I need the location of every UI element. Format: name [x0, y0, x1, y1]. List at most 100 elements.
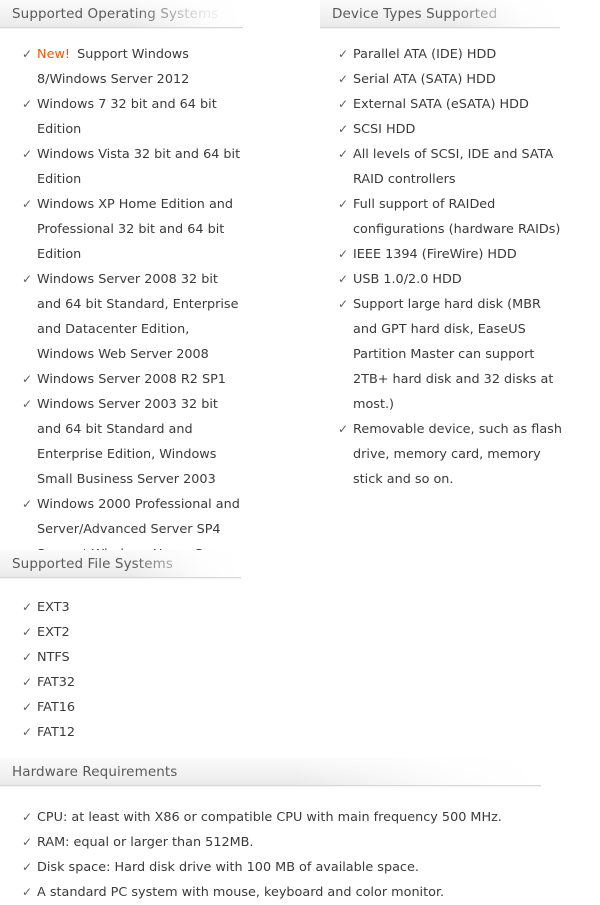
check-icon: ✓	[22, 675, 33, 689]
list-item-label: Serial ATA (SATA) HDD	[353, 72, 496, 87]
section-header-device-types: Device Types Supported	[320, 0, 560, 29]
list-item-label: FAT12	[37, 725, 76, 740]
check-icon: ✓	[22, 885, 33, 899]
check-icon: ✓	[22, 372, 33, 386]
section-title: Supported Operating Systems	[12, 5, 219, 22]
list-operating-systems: ✓ New! Support Windows 8/Windows Server 2…	[22, 42, 244, 567]
list-item: ✓ SCSI HDD	[338, 117, 566, 142]
list-item-label: Windows Vista 32 bit and 64 bit Edition	[37, 147, 241, 187]
list-item-label: EXT3	[37, 600, 70, 615]
list-item: ✓ Windows Server 2008 32 bit and 64 bit S…	[22, 267, 244, 367]
list-file-systems: ✓ EXT3 ✓ EXT2 ✓ NTFS ✓ FAT32 ✓ FAT16 ✓ FAT12	[22, 595, 232, 745]
section-header-bar: Device Types Supported	[320, 0, 560, 29]
checklist: ✓ New! Support Windows 8/Windows Server 2…	[22, 42, 244, 567]
list-item: ✓ Windows Vista 32 bit and 64 bit Edition	[22, 142, 244, 192]
check-icon: ✓	[22, 810, 33, 824]
list-item-label: All levels of SCSI, IDE and SATA RAID co…	[353, 147, 554, 187]
check-icon: ✓	[338, 247, 349, 261]
check-icon: ✓	[338, 272, 349, 286]
list-item: ✓ EXT3	[22, 595, 232, 620]
check-icon: ✓	[22, 650, 33, 664]
list-item: ✓ FAT12	[22, 720, 232, 745]
list-item: ✓ Full support of RAIDed configurations (…	[338, 192, 566, 242]
list-item-label: Removable device, such as flash drive, m…	[353, 422, 562, 487]
check-icon: ✓	[338, 422, 349, 436]
list-item-label: Disk space: Hard disk drive with 100 MB …	[37, 860, 419, 875]
list-device-types: ✓ Parallel ATA (IDE) HDD ✓ Serial ATA (SATA…	[338, 42, 566, 492]
check-icon: ✓	[22, 147, 33, 161]
list-item: ✓ Windows 2000 Professional and Server/Ad…	[22, 492, 244, 542]
list-item: ✓ Support large hard disk (MBR and GPT ha…	[338, 292, 566, 417]
check-icon: ✓	[22, 397, 33, 411]
list-item-label: FAT16	[37, 700, 76, 715]
section-header-hardware-requirements: Hardware Requirements	[0, 758, 541, 787]
new-badge: New!	[37, 47, 71, 62]
check-icon: ✓	[22, 497, 33, 511]
list-item: ✓ FAT16	[22, 695, 232, 720]
section-header-file-systems: Supported File Systems	[0, 550, 241, 579]
list-item: ✓ NTFS	[22, 645, 232, 670]
header-fade-overlay	[292, 758, 541, 785]
check-icon: ✓	[22, 272, 33, 286]
list-item: ✓ FAT32	[22, 670, 232, 695]
check-icon: ✓	[338, 297, 349, 311]
list-item-label: Windows Server 2008 32 bit and 64 bit St…	[37, 272, 239, 362]
list-item-label: Full support of RAIDed configurations (h…	[353, 197, 561, 237]
list-item-label: CPU: at least with X86 or compatible CPU…	[37, 810, 502, 825]
list-item-label: SCSI HDD	[353, 122, 416, 137]
check-icon: ✓	[338, 47, 349, 61]
list-item: ✓ A standard PC system with mouse, keyboa…	[22, 880, 582, 905]
section-header-bar: Hardware Requirements	[0, 758, 541, 787]
check-icon: ✓	[22, 700, 33, 714]
list-item: ✓ USB 1.0/2.0 HDD	[338, 267, 566, 292]
checklist: ✓ CPU: at least with X86 or compatible CP…	[22, 805, 582, 905]
list-item-label: Support large hard disk (MBR and GPT har…	[353, 297, 554, 412]
section-title: Hardware Requirements	[12, 763, 178, 780]
list-item-label: RAM: equal or larger than 512MB.	[37, 835, 254, 850]
check-icon: ✓	[338, 72, 349, 86]
check-icon: ✓	[22, 97, 33, 111]
section-header-bar: Supported File Systems	[0, 550, 241, 579]
check-icon: ✓	[338, 122, 349, 136]
section-title: Device Types Supported	[332, 5, 498, 22]
check-icon: ✓	[22, 625, 33, 639]
list-item: ✓ Windows XP Home Edition and Professiona…	[22, 192, 244, 267]
list-item: ✓ Windows Server 2008 R2 SP1	[22, 367, 244, 392]
check-icon: ✓	[22, 835, 33, 849]
list-item: ✓ IEEE 1394 (FireWire) HDD	[338, 242, 566, 267]
list-item: ✓ External SATA (eSATA) HDD	[338, 92, 566, 117]
list-item: ✓ Windows Server 2003 32 bit and 64 bit S…	[22, 392, 244, 492]
list-item-label: A standard PC system with mouse, keyboar…	[37, 885, 445, 900]
checklist: ✓ EXT3 ✓ EXT2 ✓ NTFS ✓ FAT32 ✓ FAT16 ✓ FAT12	[22, 595, 232, 745]
list-item: ✓ Parallel ATA (IDE) HDD	[338, 42, 566, 67]
list-item-label: EXT2	[37, 625, 70, 640]
check-icon: ✓	[338, 197, 349, 211]
list-item: ✓ Windows 7 32 bit and 64 bit Edition	[22, 92, 244, 142]
list-item: ✓ RAM: equal or larger than 512MB.	[22, 830, 582, 855]
checklist: ✓ Parallel ATA (IDE) HDD ✓ Serial ATA (SATA…	[338, 42, 566, 492]
list-item-label: Parallel ATA (IDE) HDD	[353, 47, 497, 62]
check-icon: ✓	[22, 600, 33, 614]
check-icon: ✓	[22, 197, 33, 211]
section-title: Supported File Systems	[12, 555, 173, 572]
list-item-label: USB 1.0/2.0 HDD	[353, 272, 462, 287]
section-header-operating-systems: Supported Operating Systems	[0, 0, 243, 29]
list-item-label: Windows Server 2003 32 bit and 64 bit St…	[37, 397, 218, 487]
list-item: ✓ New! Support Windows 8/Windows Server 2…	[22, 42, 244, 92]
list-item-label: Windows 7 32 bit and 64 bit Edition	[37, 97, 217, 137]
check-icon: ✓	[338, 97, 349, 111]
check-icon: ✓	[22, 725, 33, 739]
list-item: ✓ Disk space: Hard disk drive with 100 MB…	[22, 855, 582, 880]
list-item-label: IEEE 1394 (FireWire) HDD	[353, 247, 517, 262]
list-item-label: Windows 2000 Professional and Server/Adv…	[37, 497, 240, 537]
list-item: ✓ CPU: at least with X86 or compatible CP…	[22, 805, 582, 830]
list-item: ✓ All levels of SCSI, IDE and SATA RAID c…	[338, 142, 566, 192]
list-item-label: Windows Server 2008 R2 SP1	[37, 372, 226, 387]
list-item-label: Windows XP Home Edition and Professional…	[37, 197, 234, 262]
list-item: ✓ Serial ATA (SATA) HDD	[338, 67, 566, 92]
list-item-label: External SATA (eSATA) HDD	[353, 97, 529, 112]
check-icon: ✓	[22, 860, 33, 874]
section-header-bar: Supported Operating Systems	[0, 0, 243, 29]
check-icon: ✓	[22, 47, 33, 61]
check-icon: ✓	[338, 147, 349, 161]
